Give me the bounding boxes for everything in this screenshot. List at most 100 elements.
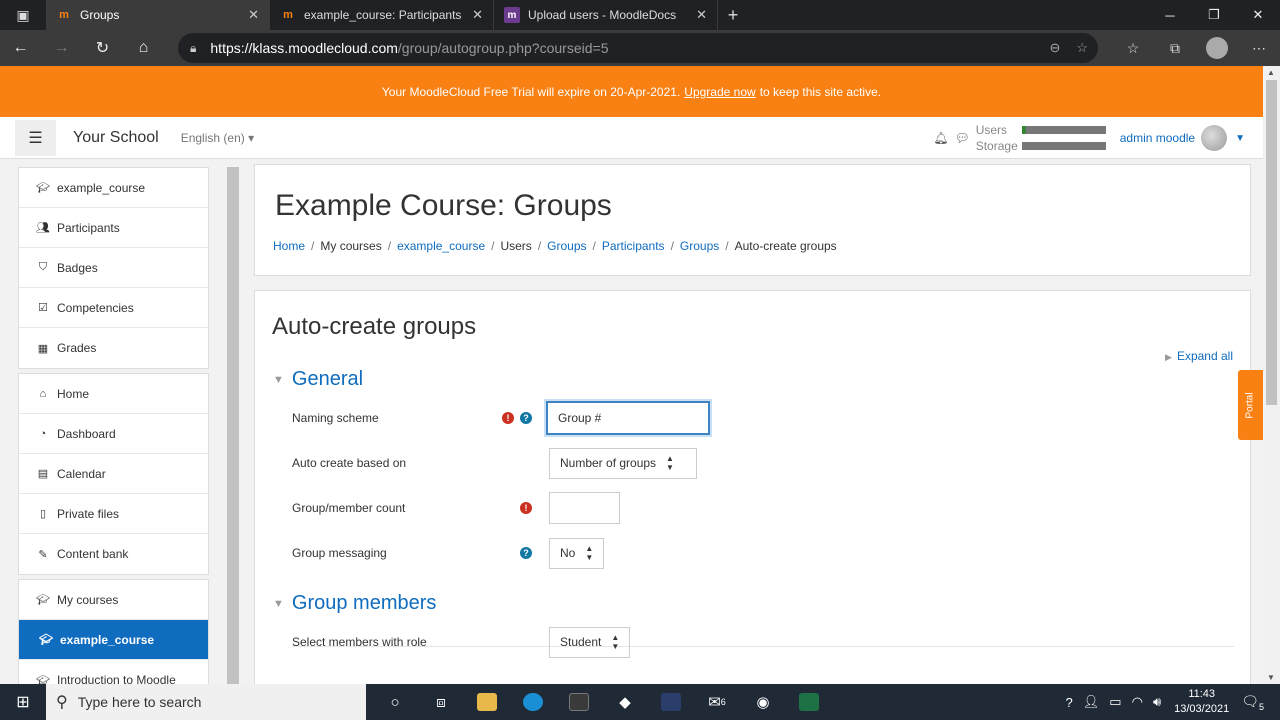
sidebar-item-competencies[interactable]: ☑ Competencies [19, 288, 208, 328]
sidebar-item-calendar[interactable]: ▤ Calendar [19, 454, 208, 494]
role-select[interactable]: Student ▲ ▼ [549, 626, 631, 658]
moodle-icon: m [283, 9, 293, 21]
browser-tab-groups[interactable]: m Groups ✕ [46, 0, 270, 30]
file-icon: ▯ [39, 508, 47, 520]
sidebar-item-dashboard[interactable]: ◔ Dashboard [19, 414, 208, 454]
group-members-section-toggle[interactable]: ▼ Group members [273, 592, 436, 615]
sidebar-item-content-bank[interactable]: ✎ Content bank [19, 534, 208, 574]
upgrade-link[interactable]: Upgrade now [684, 85, 755, 99]
general-section-toggle[interactable]: ▼ General [273, 368, 363, 391]
clock[interactable]: 11:43 13/03/2021 [1174, 687, 1229, 717]
sidebar-item-intro-moodle[interactable]: 🎓︎ Introduction to Moodle [19, 660, 208, 684]
powershell-icon[interactable] [648, 684, 694, 720]
more-icon[interactable]: ⋯ [1238, 40, 1280, 57]
sidebar-item-home[interactable]: ⌂ Home [19, 374, 208, 414]
shield-icon: ⛉ [38, 261, 48, 273]
battery-icon[interactable]: ▭ [1109, 694, 1121, 710]
dropbox-icon[interactable]: ◆ [602, 684, 648, 720]
breadcrumb-groups[interactable]: Groups [547, 239, 586, 253]
close-tab-icon[interactable]: ✕ [472, 7, 483, 23]
notifications-icon[interactable]: 🗨︎5 [1241, 693, 1264, 712]
cortana-icon[interactable]: ○ [372, 684, 418, 720]
portal-tab[interactable]: Portal [1238, 370, 1263, 440]
page-scrollbar[interactable]: ▲ ▼ [1263, 66, 1280, 684]
task-view-icon[interactable]: ⧈ [418, 684, 464, 720]
profile-icon[interactable] [1196, 37, 1238, 59]
naming-scheme-input[interactable] [546, 401, 710, 435]
moodle-icon: m [59, 9, 69, 21]
form-title: Auto-create groups [272, 313, 477, 340]
taskbar-search-input[interactable]: ⚲ Type here to search [46, 684, 366, 720]
minimize-icon[interactable]: ─ [1148, 0, 1192, 30]
windows-start-icon[interactable]: ⊞ [0, 684, 46, 720]
sidebar-item-participants[interactable]: 👥︎ Participants [19, 208, 208, 248]
user-name[interactable]: admin moodle [1120, 131, 1195, 145]
help-icon[interactable]: ? [520, 547, 532, 559]
close-tab-icon[interactable]: ✕ [248, 7, 259, 23]
browser-tab-participants[interactable]: m example_course: Participants ✕ [270, 0, 494, 30]
avatar[interactable] [1201, 125, 1228, 151]
hamburger-menu-icon[interactable]: ☰ [15, 119, 56, 156]
page-viewport: Your MoodleCloud Free Trial will expire … [0, 66, 1280, 684]
refresh-icon[interactable]: ↻ [82, 30, 123, 66]
chevron-down-icon[interactable]: ▼ [1235, 133, 1245, 144]
required-icon: ! [520, 502, 532, 514]
store-icon[interactable] [556, 684, 602, 720]
naming-scheme-label: Naming scheme [292, 411, 379, 425]
wifi-icon[interactable]: ◠ [1132, 694, 1143, 710]
home-icon[interactable]: ⌂ [123, 30, 164, 66]
required-icon: ! [502, 412, 514, 424]
favorite-add-icon[interactable]: ☆ [1076, 40, 1088, 56]
forward-icon[interactable]: → [41, 30, 82, 66]
sidebar-item-my-courses[interactable]: 🎓︎ My courses [19, 580, 208, 620]
zoom-icon[interactable]: ⊖ [1049, 40, 1060, 56]
group-count-input[interactable] [549, 492, 620, 524]
sidebar-item-private-files[interactable]: ▯ Private files [19, 494, 208, 534]
obs-icon[interactable]: ◉ [740, 684, 786, 720]
bell-icon[interactable]: 🔔︎ [933, 131, 948, 145]
volume-icon[interactable]: 🔊︎ [1153, 694, 1161, 710]
back-icon[interactable]: ← [0, 30, 41, 66]
file-explorer-icon[interactable] [464, 684, 510, 720]
scroll-up-icon[interactable]: ▲ [1267, 68, 1275, 77]
tab-actions-icon[interactable]: ▣ [0, 0, 46, 30]
breadcrumb-groups-2[interactable]: Groups [680, 239, 719, 253]
sidebar-item-example-course[interactable]: 🎓︎ example_course [19, 168, 208, 208]
sidebar-item-example-course-active[interactable]: 🎓︎ example_course [19, 620, 208, 660]
new-tab-button[interactable]: + [718, 0, 748, 30]
expand-all-link[interactable]: ▶ Expand all [1165, 349, 1233, 363]
breadcrumb-example-course[interactable]: example_course [397, 239, 485, 253]
site-name[interactable]: Your School [73, 129, 159, 147]
tab-title: Groups [80, 8, 120, 22]
close-window-icon[interactable]: ✕ [1236, 0, 1280, 30]
auto-create-row: Auto create based on Number of groups ▲ ▼ [292, 447, 1212, 479]
mail-icon[interactable]: ✉ 6 [694, 684, 740, 720]
group-messaging-select[interactable]: No ▲ ▼ [549, 537, 605, 569]
excel-icon[interactable] [786, 684, 832, 720]
help-icon[interactable]: ? [520, 412, 532, 424]
collections-icon[interactable]: ⧉ [1154, 40, 1196, 57]
restore-icon[interactable]: ❐ [1192, 0, 1236, 30]
page-title: Example Course: Groups [275, 189, 612, 222]
close-tab-icon[interactable]: ✕ [696, 7, 707, 23]
language-selector[interactable]: English (en) ▾ [181, 131, 254, 145]
browser-tab-moodledocs[interactable]: m Upload users - MoodleDocs ✕ [494, 0, 718, 30]
people-icon[interactable]: 👤︎ [1083, 694, 1100, 710]
url-input[interactable]: 🔒︎ https://klass.moodlecloud.com /group/… [178, 33, 1098, 63]
favorites-icon[interactable]: ☆ [1112, 40, 1154, 57]
scroll-thumb[interactable] [1266, 80, 1277, 405]
checkbox-icon: ☑ [38, 302, 48, 314]
autocreate-form-card: Auto-create groups ▶ Expand all ▼ General … [254, 290, 1251, 684]
moodle-navbar: ☰ Your School English (en) ▾ 🔔︎ 💬︎ Users… [0, 117, 1263, 159]
edge-icon[interactable] [510, 684, 556, 720]
chat-icon[interactable]: 💬︎ [954, 131, 969, 145]
sidebar-scrollbar[interactable] [227, 167, 239, 684]
sidebar-item-grades[interactable]: ▦ Grades [19, 328, 208, 368]
group-count-label: Group/member count [292, 501, 406, 515]
scroll-down-icon[interactable]: ▼ [1267, 673, 1275, 682]
breadcrumb-participants[interactable]: Participants [602, 239, 665, 253]
help-tray-icon[interactable]: ? [1066, 695, 1073, 710]
breadcrumb-home[interactable]: Home [273, 239, 305, 253]
sidebar-item-badges[interactable]: ⛉ Badges [19, 248, 208, 288]
auto-create-select[interactable]: Number of groups ▲ ▼ [549, 447, 697, 479]
